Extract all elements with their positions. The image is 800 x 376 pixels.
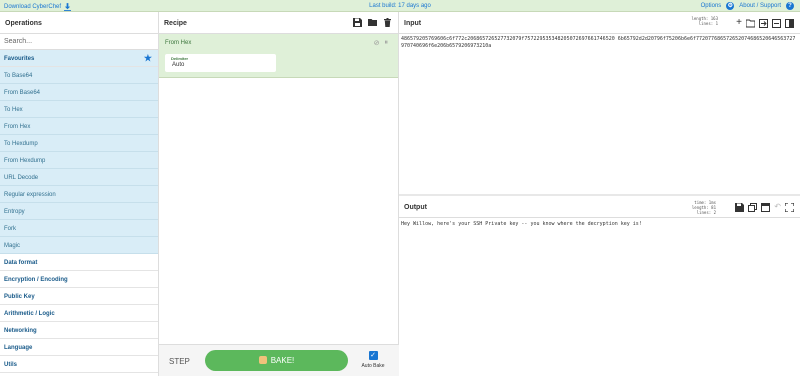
input-header: Input length: 163 lines: 1 + — [399, 12, 800, 34]
op-item[interactable]: To Hexdump — [0, 135, 158, 152]
recipe-operation-name: From Hex — [165, 40, 192, 46]
input-lines-value: 1 — [715, 21, 718, 26]
delimiter-label: Delimiter — [171, 56, 189, 61]
folder-icon[interactable] — [368, 18, 377, 27]
input-stats: length: 163 lines: 1 — [691, 16, 718, 26]
step-button[interactable]: STEP — [169, 357, 190, 366]
op-item[interactable]: From Hexdump — [0, 152, 158, 169]
replace-input-icon[interactable] — [761, 203, 771, 212]
search-input[interactable]: Search... — [0, 34, 158, 50]
maximise-icon[interactable] — [785, 203, 794, 212]
clear-io-icon[interactable] — [772, 19, 781, 28]
save-icon[interactable] — [353, 18, 362, 27]
category-item[interactable]: Arithmetic / Logic — [0, 305, 158, 322]
layout-icon[interactable] — [785, 19, 794, 28]
op-item[interactable]: Fork — [0, 220, 158, 237]
op-item[interactable]: Entropy — [0, 203, 158, 220]
cyberchef-app: Download CyberChef Last build: 17 days a… — [0, 0, 800, 376]
input-lines-label: lines: — [698, 21, 714, 26]
category-item[interactable]: Language — [0, 339, 158, 356]
undo-icon[interactable]: ↶ — [774, 203, 781, 212]
chef-icon — [258, 356, 267, 364]
add-icon[interactable]: + — [736, 18, 742, 28]
category-item[interactable]: Data format — [0, 254, 158, 271]
delimiter-select[interactable]: Delimiter Auto — [165, 54, 276, 72]
output-stats: time: 1ms length: 81 lines: 2 — [692, 200, 716, 215]
input-textarea[interactable]: 486579205769606c6f772c206865726527732079… — [399, 34, 800, 196]
gear-icon[interactable]: ⚙ — [726, 2, 735, 10]
help-icon[interactable]: ? — [786, 2, 794, 10]
bake-label: BAKE! — [270, 356, 295, 365]
favourites-category[interactable]: Favourites ★ — [0, 50, 158, 67]
disable-icon[interactable]: ⊘ — [374, 39, 380, 47]
recipe-operation[interactable]: From Hex ⊘ ⏸ Delimiter Auto — [159, 34, 398, 78]
op-item[interactable]: From Base64 — [0, 84, 158, 101]
operations-title: Operations — [0, 12, 158, 34]
about-link[interactable]: About / Support — [739, 3, 781, 9]
auto-bake-label: Auto Bake — [361, 363, 385, 369]
operations-panel: Operations Search... Favourites ★ To Bas… — [0, 12, 159, 376]
recipe-header: Recipe — [159, 12, 398, 34]
recipe-title: Recipe — [164, 20, 187, 27]
top-banner: Download CyberChef Last build: 17 days a… — [0, 0, 800, 12]
bake-button[interactable]: BAKE! — [205, 350, 348, 371]
op-item[interactable]: From Hex — [0, 118, 158, 135]
op-item[interactable]: Regular expression — [0, 186, 158, 203]
delimiter-value[interactable]: Auto — [172, 62, 184, 68]
op-item[interactable]: To Hex — [0, 101, 158, 118]
op-item[interactable]: Magic — [0, 237, 158, 254]
category-item[interactable]: Encryption / Encoding — [0, 271, 158, 288]
trash-icon[interactable] — [383, 18, 392, 27]
input-title: Input — [404, 20, 422, 27]
output-text[interactable]: Hey Willow, here's your SSH Private key … — [399, 218, 800, 230]
category-item[interactable]: Public Key — [0, 288, 158, 305]
category-item[interactable]: Networking — [0, 322, 158, 339]
io-panel: Input length: 163 lines: 1 + 48657920576… — [399, 12, 800, 376]
bake-bar: STEP BAKE! ✓ Auto Bake — [159, 344, 399, 376]
last-build-text: Last build: 17 days ago — [369, 3, 431, 9]
open-folder-icon[interactable] — [746, 19, 755, 28]
star-icon[interactable]: ★ — [144, 54, 152, 63]
save-output-icon[interactable] — [735, 203, 745, 212]
output-title: Output — [404, 204, 427, 211]
auto-bake-toggle[interactable]: ✓ Auto Bake — [357, 351, 389, 369]
op-item[interactable]: URL Decode — [0, 169, 158, 186]
output-section: Output time: 1ms length: 81 lines: 2 ↶ H… — [399, 196, 800, 376]
options-link[interactable]: Options — [701, 3, 722, 9]
category-item[interactable]: Utils — [0, 356, 158, 373]
output-header: Output time: 1ms length: 81 lines: 2 ↶ — [399, 196, 800, 218]
favourites-label: Favourites — [4, 56, 35, 62]
output-lines-label: lines: — [696, 210, 712, 215]
checkbox-icon[interactable]: ✓ — [368, 351, 378, 360]
pause-icon[interactable]: ⏸ — [385, 39, 389, 47]
op-item[interactable]: To Base64 — [0, 67, 158, 84]
open-file-icon[interactable] — [759, 19, 768, 28]
recipe-panel: Recipe From Hex ⊘ ⏸ Delimiter Auto STEP … — [159, 12, 399, 376]
copy-icon[interactable] — [748, 203, 758, 212]
output-lines-value: 2 — [713, 210, 716, 215]
